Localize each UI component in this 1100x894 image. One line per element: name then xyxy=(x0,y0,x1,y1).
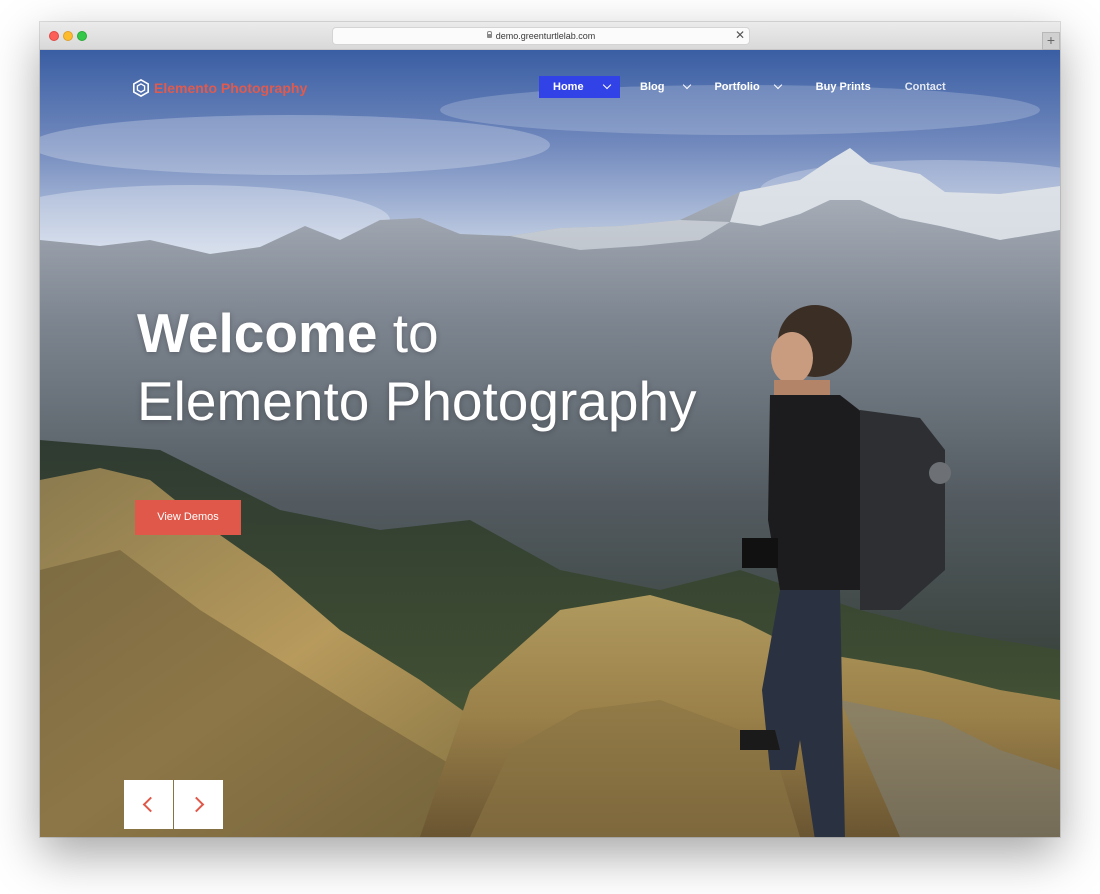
nav-buy-prints-label: Buy Prints xyxy=(815,81,871,93)
nav-portfolio-label: Portfolio xyxy=(714,81,760,93)
lock-icon xyxy=(486,31,493,38)
nav-item-blog[interactable]: Blog xyxy=(640,76,692,98)
hero-heading: Welcome to Elemento Photography xyxy=(137,299,697,435)
browser-window: demo.greenturtlelab.com ✕ + Elemento Pho… xyxy=(40,22,1060,837)
chevron-right-icon xyxy=(188,796,205,813)
chevron-down-icon xyxy=(773,80,782,90)
slider-navigation xyxy=(124,780,223,829)
main-navigation: Home Blog Portfolio Buy Prints Contact xyxy=(539,76,946,98)
maximize-window-button[interactable] xyxy=(77,31,87,41)
previous-slide-button[interactable] xyxy=(124,780,173,829)
address-bar[interactable]: demo.greenturtlelab.com ✕ xyxy=(332,27,750,45)
nav-contact-label: Contact xyxy=(904,81,946,93)
site-logo-text: Elemento Photography xyxy=(154,80,308,96)
nav-item-contact[interactable]: Contact xyxy=(905,76,946,98)
hero-heading-line2: Elemento Photography xyxy=(137,370,697,432)
hero-heading-bold: Welcome xyxy=(137,302,378,364)
new-tab-button[interactable]: + xyxy=(1042,32,1060,50)
hexagon-logo-icon xyxy=(132,79,150,97)
close-window-button[interactable] xyxy=(49,31,59,41)
browser-titlebar: demo.greenturtlelab.com ✕ + xyxy=(40,22,1060,50)
next-slide-button[interactable] xyxy=(174,780,223,829)
view-demos-button[interactable]: View Demos xyxy=(135,500,241,535)
hero-section: Elemento Photography Home Blog Portfolio… xyxy=(40,50,1060,837)
chevron-down-icon xyxy=(602,80,611,90)
nav-item-buy-prints[interactable]: Buy Prints xyxy=(816,76,871,98)
chevron-left-icon xyxy=(142,796,159,813)
minimize-window-button[interactable] xyxy=(63,31,73,41)
site-logo[interactable]: Elemento Photography xyxy=(132,79,307,97)
chevron-down-icon xyxy=(683,80,692,90)
address-text: demo.greenturtlelab.com xyxy=(495,31,596,41)
hero-background-image xyxy=(40,50,1060,837)
nav-item-home[interactable]: Home xyxy=(539,76,620,98)
nav-item-portfolio[interactable]: Portfolio xyxy=(714,76,782,98)
nav-home-label: Home xyxy=(553,81,584,93)
nav-blog-label: Blog xyxy=(640,81,665,93)
hero-heading-rest: to xyxy=(377,302,439,364)
close-icon[interactable]: ✕ xyxy=(735,28,745,43)
